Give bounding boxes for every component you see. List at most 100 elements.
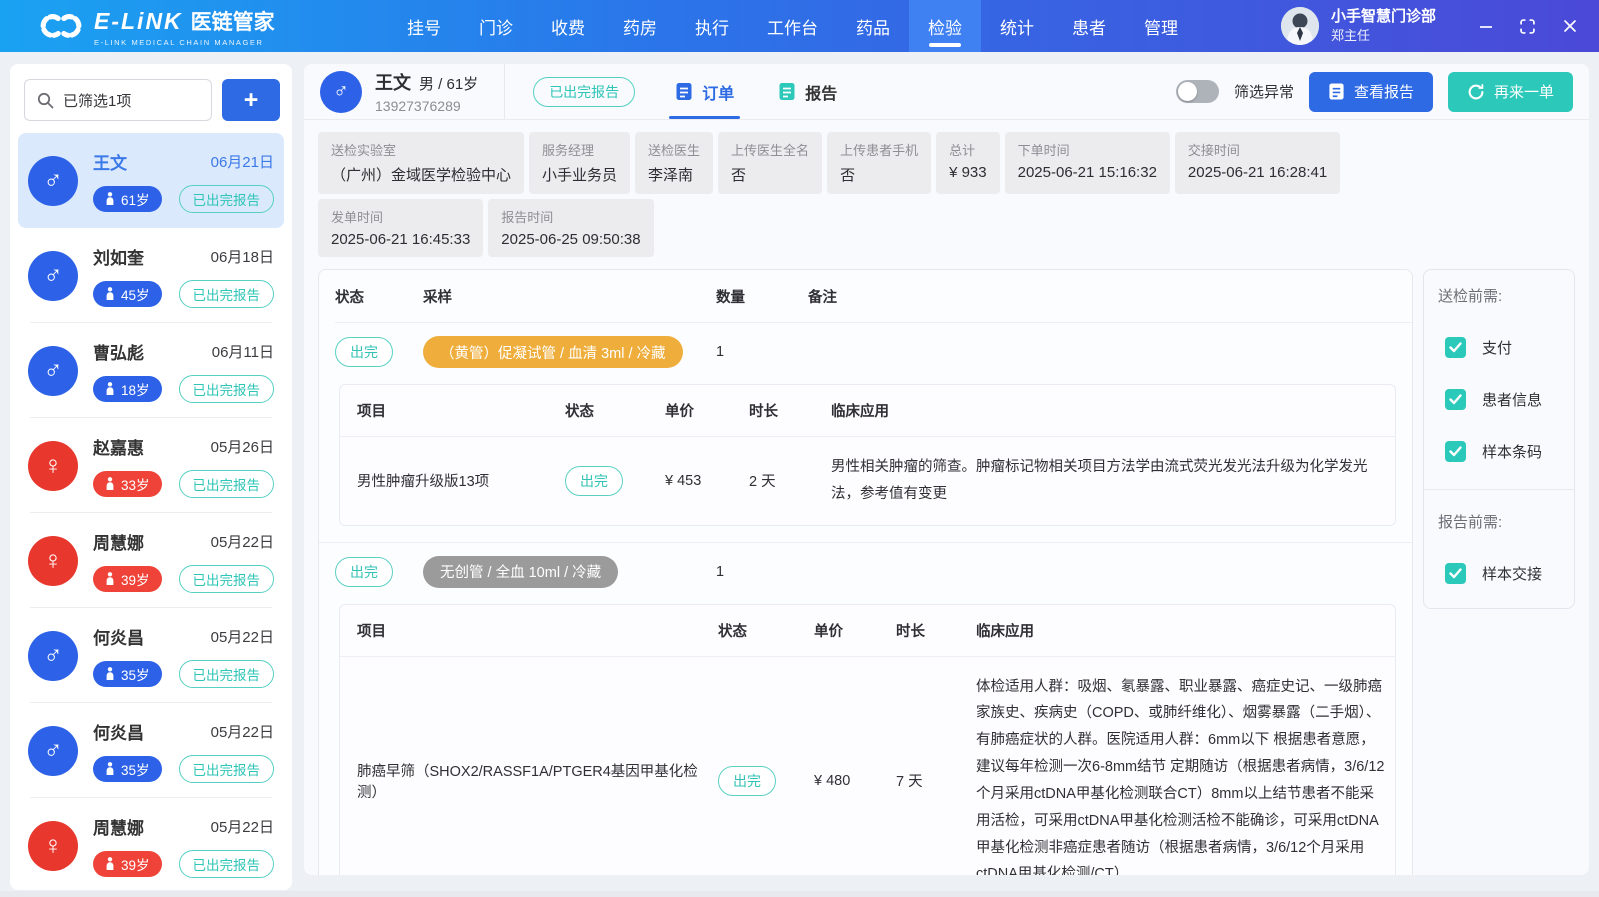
- nav-item-statistics[interactable]: 统计: [981, 0, 1053, 52]
- item-status-badge: 出完: [565, 466, 623, 496]
- column-header: 数量: [716, 270, 808, 323]
- clinic-name: 小手智慧门诊部: [1331, 8, 1436, 27]
- person-icon: [105, 287, 115, 300]
- requirement-item: 支付: [1438, 337, 1560, 358]
- patient-list-item[interactable]: ♀ 周慧娜05月22日 39岁 已出完报告: [18, 798, 284, 890]
- person-icon: [105, 192, 115, 205]
- nav-item-drugs[interactable]: 药品: [837, 0, 909, 52]
- column-header: 采样: [423, 270, 716, 323]
- order-samples-table: 状态 采样 数量 备注 出完 （黄管）促凝试管 / 血清 3ml / 冷藏 1: [318, 269, 1413, 875]
- item-price: ¥ 480: [804, 656, 886, 875]
- patient-date: 05月22日: [211, 816, 274, 837]
- user-avatar[interactable]: [1281, 7, 1319, 45]
- male-gender-icon: ♂: [28, 346, 78, 396]
- search-input[interactable]: 已筛选1项: [24, 79, 212, 121]
- document-icon: [675, 82, 693, 101]
- item-price: ¥ 453: [655, 437, 739, 525]
- info-field: 上传医生全名否: [718, 132, 822, 194]
- user-name: 郑主任: [1331, 28, 1436, 44]
- view-report-button[interactable]: 查看报告: [1309, 72, 1433, 112]
- tab-reports[interactable]: 报告: [778, 64, 837, 119]
- age-badge: 61岁: [93, 186, 162, 212]
- minimize-button[interactable]: [1478, 19, 1493, 34]
- item-clinical-application: 体检适用人群：吸烟、氡暴露、职业暴露、癌症史记、一级肺癌家族史、疾病史（COPD…: [966, 656, 1395, 875]
- sample-quantity: 1: [716, 564, 808, 580]
- nav-item-outpatient[interactable]: 门诊: [460, 0, 532, 52]
- filter-abnormal-toggle[interactable]: [1176, 80, 1219, 103]
- patient-list-item[interactable]: ♂ 王文06月21日 61岁 已出完报告: [18, 133, 284, 228]
- report-status-badge: 已出完报告: [179, 565, 275, 593]
- nav-item-billing[interactable]: 收费: [532, 0, 604, 52]
- patient-list-item[interactable]: ♂ 何炎昌05月22日 35岁 已出完报告: [18, 608, 284, 703]
- patient-list: ♂ 王文06月21日 61岁 已出完报告 ♂ 刘如奎06月18日 45岁 已出完…: [10, 133, 292, 890]
- patient-list-item[interactable]: ♂ 曹弘彪06月11日 18岁 已出完报告: [18, 323, 284, 418]
- nav-item-management[interactable]: 管理: [1125, 0, 1197, 52]
- report-status-badge: 已出完报告: [179, 280, 275, 308]
- close-button[interactable]: [1562, 19, 1577, 34]
- maximize-button[interactable]: [1520, 19, 1535, 34]
- topbar: E-LiNK医链管家 E-LINK MEDICAL CHAIN MANAGER …: [0, 0, 1599, 52]
- reorder-button[interactable]: 再来一单: [1448, 72, 1573, 112]
- requirements-panel: 送检前需: 支付 患者信息 样本条码 报告前需: 样本交接: [1423, 269, 1575, 609]
- sample-group-row: 出完 （黄管）促凝试管 / 血清 3ml / 冷藏 1: [319, 323, 1412, 381]
- report-status-badge: 已出完报告: [179, 470, 275, 498]
- column-header: 项目: [340, 385, 555, 437]
- patient-list-item[interactable]: ♀ 周慧娜05月22日 39岁 已出完报告: [18, 513, 284, 608]
- patient-name: 何炎昌: [93, 624, 144, 649]
- checkbox-checked[interactable]: [1445, 441, 1466, 462]
- checkbox-checked[interactable]: [1445, 563, 1466, 584]
- check-icon: [1449, 446, 1462, 457]
- nav-item-workbench[interactable]: 工作台: [748, 0, 837, 52]
- male-gender-icon: ♂: [28, 726, 78, 776]
- patient-list-item[interactable]: ♂ 刘如奎06月18日 45岁 已出完报告: [18, 228, 284, 323]
- item-name: 肺癌早筛（SHOX2/RASSF1A/PTGER4基因甲基化检测）: [340, 656, 708, 875]
- nav-item-registration[interactable]: 挂号: [388, 0, 460, 52]
- report-status-badge: 已出完报告: [179, 850, 275, 878]
- column-header: 临床应用: [821, 385, 1395, 437]
- male-gender-icon: ♂: [28, 251, 78, 301]
- item-duration: 2 天: [739, 437, 821, 525]
- report-status-badge: 已出完报告: [533, 77, 635, 107]
- nav-item-patients[interactable]: 患者: [1053, 0, 1125, 52]
- document-icon: [778, 82, 796, 101]
- info-field: 交接时间2025-06-21 16:28:41: [1175, 132, 1340, 194]
- patient-date: 05月26日: [211, 436, 274, 457]
- female-gender-icon: ♀: [28, 821, 78, 871]
- patient-date: 05月22日: [211, 531, 274, 552]
- refresh-icon: [1467, 83, 1485, 101]
- user-area: 小手智慧门诊部 郑主任: [1281, 0, 1599, 52]
- patient-list-item[interactable]: ♂ 何炎昌05月22日 35岁 已出完报告: [18, 703, 284, 798]
- add-patient-button[interactable]: +: [222, 79, 280, 121]
- requirement-item: 患者信息: [1438, 389, 1560, 410]
- column-header: 单价: [655, 385, 739, 437]
- person-icon: [105, 572, 115, 585]
- checkbox-checked[interactable]: [1445, 389, 1466, 410]
- check-icon: [1449, 342, 1462, 353]
- info-field: 下单时间2025-06-21 15:16:32: [1005, 132, 1170, 194]
- patient-list-item[interactable]: ♀ 赵嘉惠05月26日 33岁 已出完报告: [18, 418, 284, 513]
- sample-status-badge: 出完: [335, 337, 393, 367]
- logo-name: E-LiNK: [94, 8, 183, 34]
- report-status-badge: 已出完报告: [179, 755, 275, 783]
- sample-items-table: 项目 状态 单价 时长 临床应用 男性肿瘤升级版13项 出完 ¥: [339, 384, 1396, 526]
- item-duration: 7 天: [886, 656, 966, 875]
- checkbox-checked[interactable]: [1445, 337, 1466, 358]
- age-badge: 39岁: [93, 851, 162, 877]
- pre-report-title: 报告前需:: [1438, 511, 1560, 532]
- age-badge: 35岁: [93, 661, 162, 687]
- avatar-photo-icon: [1281, 7, 1319, 45]
- nav-item-execution[interactable]: 执行: [676, 0, 748, 52]
- patient-date: 05月22日: [211, 626, 274, 647]
- app-window: E-LiNK医链管家 E-LINK MEDICAL CHAIN MANAGER …: [0, 0, 1599, 897]
- info-field: 服务经理小手业务员: [529, 132, 630, 194]
- female-gender-icon: ♀: [28, 536, 78, 586]
- item-clinical-application: 男性相关肿瘤的筛查。肿瘤标记物相关项目方法学由流式荧光发光法升级为化学发光法，参…: [821, 437, 1395, 525]
- female-gender-icon: ♀: [28, 441, 78, 491]
- sample-quantity: 1: [716, 344, 808, 360]
- nav-item-lab-tests[interactable]: 检验: [909, 0, 981, 52]
- column-header: 备注: [808, 270, 1412, 323]
- nav-item-pharmacy[interactable]: 药房: [604, 0, 676, 52]
- column-header: 状态: [708, 605, 804, 657]
- tab-orders[interactable]: 订单: [675, 64, 734, 119]
- patient-name: 刘如奎: [93, 244, 144, 269]
